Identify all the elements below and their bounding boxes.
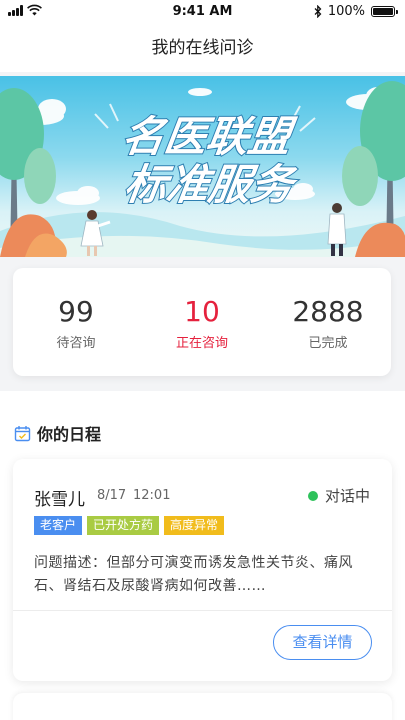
schedule-title: 你的日程 [37,425,102,444]
battery-icon [371,6,398,17]
tag-abnormal: 高度异常 [164,516,225,535]
schedule-section: 你的日程 张雪儿 8/17 12:01 对话中 老客户 已开处方药 高度异常 问… [0,391,405,720]
promo-banner[interactable]: 名医联盟 标准服务 [0,76,405,257]
stat-in-progress-value: 10 [184,295,220,328]
status-bar: 9:41 AM 100% [0,0,405,24]
calendar-icon [14,425,31,441]
battery-percent: 100% [327,4,365,19]
consult-stats-card: 99 待咨询 10 正在咨询 2888 已完成 [13,268,391,376]
stat-pending-value: 99 [58,295,94,328]
schedule-header: 你的日程 [14,421,101,445]
appointment-time: 12:01 [133,488,171,503]
status-right: 100% [314,4,398,19]
appointment-card[interactable]: 张雪儿 8/17 12:01 对话中 老客户 已开处方药 高度异常 问题描述：但… [13,459,392,681]
status-label: 对话中 [324,487,370,505]
banner-headline-1: 名医联盟 [119,112,300,161]
problem-description: 问题描述：但部分可演变而诱发急性关节炎、痛风石、肾结石及尿酸肾病如何改善…… [34,555,353,594]
stat-completed-label: 已完成 [308,336,348,351]
online-dot-icon [307,490,318,501]
patient-tags: 老客户 已开处方药 高度异常 [34,516,225,535]
stat-in-progress-label: 正在咨询 [175,336,228,351]
status-indicator: 对话中 [307,485,370,506]
next-appointment-card[interactable] [13,693,392,720]
banner-illustration: 名医联盟 标准服务 [0,81,405,257]
stat-pending[interactable]: 99 待咨询 [13,268,139,376]
bluetooth-icon [314,5,322,18]
banner-headline-2: 标准服务 [121,160,301,209]
tag-prescription: 已开处方药 [87,516,160,535]
page-title: 我的在线问诊 [0,24,405,72]
stat-pending-label: 待咨询 [56,336,96,351]
stat-in-progress[interactable]: 10 正在咨询 [139,268,265,376]
stat-completed-value: 2888 [292,295,364,328]
stat-completed[interactable]: 2888 已完成 [265,268,391,376]
view-details-button[interactable]: 查看详情 [273,625,372,660]
tag-returning-customer: 老客户 [34,516,83,535]
patient-name: 张雪儿 [34,490,85,510]
appointment-date: 8/17 [97,488,127,503]
card-divider [13,610,392,611]
